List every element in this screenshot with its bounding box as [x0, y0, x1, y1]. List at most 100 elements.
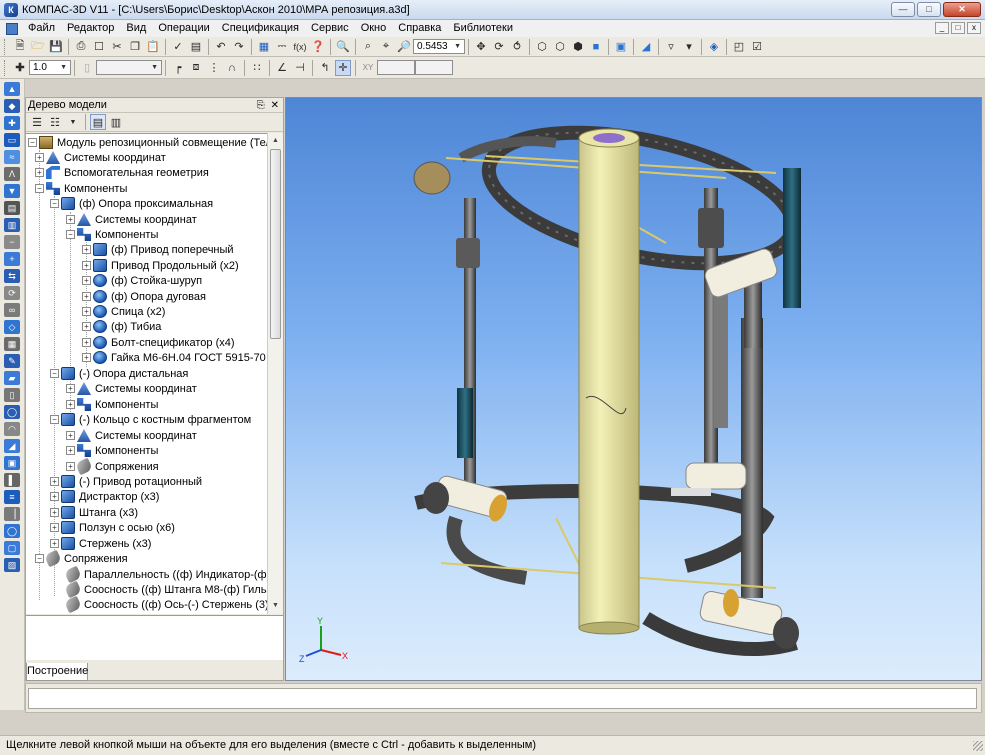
- chevron-down-icon[interactable]: ▼: [65, 114, 81, 130]
- wireframe-icon[interactable]: ⬡: [534, 39, 550, 55]
- expand-toggle[interactable]: +: [82, 338, 91, 347]
- close-button[interactable]: ✕: [943, 2, 981, 17]
- menu-service[interactable]: Сервис: [305, 20, 355, 37]
- layer-icon[interactable]: ▯: [79, 60, 95, 76]
- collapse-toggle[interactable]: −: [50, 199, 59, 208]
- tree-node[interactable]: + Болт-спецификатор (x4): [82, 335, 235, 350]
- perspective-icon[interactable]: ◢: [638, 39, 654, 55]
- tree-node[interactable]: + (ф) Привод поперечный: [82, 242, 234, 257]
- expand-toggle[interactable]: +: [82, 245, 91, 254]
- array-icon[interactable]: ▦: [4, 337, 20, 351]
- command-input[interactable]: [28, 688, 977, 709]
- 3d-viewport[interactable]: Y X Z: [285, 97, 982, 681]
- menu-libraries[interactable]: Библиотеки: [447, 20, 519, 37]
- menu-view[interactable]: Вид: [120, 20, 152, 37]
- tree-node[interactable]: + Дистрактор (x3): [50, 489, 159, 504]
- xy-icon[interactable]: XY: [360, 60, 376, 76]
- tree-root-node[interactable]: − Модуль репозиционный совмещение (Тел-0,…: [28, 135, 267, 150]
- tree-view-icon[interactable]: ☷: [47, 114, 63, 130]
- tree-node[interactable]: + (-) Привод ротационный: [50, 474, 202, 489]
- rotate-icon[interactable]: ⟳: [491, 39, 507, 55]
- mate-icon[interactable]: ∞: [4, 303, 20, 317]
- stock-icon[interactable]: ▨: [4, 558, 20, 572]
- expand-toggle[interactable]: +: [66, 446, 75, 455]
- expand-toggle[interactable]: +: [66, 400, 75, 409]
- expand-toggle[interactable]: +: [50, 523, 59, 532]
- step-field[interactable]: 1.0 ▼: [29, 60, 71, 75]
- expand-toggle[interactable]: +: [50, 539, 59, 548]
- filter-tree-icon[interactable]: ▼: [4, 184, 20, 198]
- report-icon[interactable]: ▥: [4, 218, 20, 232]
- spec-icon[interactable]: ▤: [4, 201, 20, 215]
- save-icon[interactable]: 💾: [48, 39, 64, 55]
- print-preview-icon[interactable]: ☐: [91, 39, 107, 55]
- collapse-toggle[interactable]: −: [35, 184, 44, 193]
- expand-toggle[interactable]: +: [82, 307, 91, 316]
- tree-node[interactable]: + Компоненты: [66, 397, 158, 412]
- zoom-window-icon[interactable]: ⌕: [360, 39, 376, 55]
- macro-icon[interactable]: ◆: [4, 99, 20, 113]
- check-icon[interactable]: ☑: [749, 39, 765, 55]
- tree-node[interactable]: Параллельность ((ф) Индикатор-(ф) Гильза: [63, 565, 267, 584]
- tree-node[interactable]: + Стержень (x3): [50, 536, 151, 551]
- component-move-icon[interactable]: ⇆: [4, 269, 20, 283]
- collapse-toggle[interactable]: −: [50, 415, 59, 424]
- properties-icon[interactable]: ✓: [170, 39, 186, 55]
- toolbar-grip[interactable]: [4, 59, 7, 76]
- expand-toggle[interactable]: +: [66, 384, 75, 393]
- shell-icon[interactable]: ▣: [4, 456, 20, 470]
- tree-node[interactable]: + Системы координат: [66, 428, 197, 443]
- sheet-icon[interactable]: ▢: [4, 541, 20, 555]
- zoom-out-icon[interactable]: ⌖: [378, 39, 394, 55]
- undo-icon[interactable]: ↶: [213, 39, 229, 55]
- menu-help[interactable]: Справка: [392, 20, 447, 37]
- expand-toggle[interactable]: +: [66, 431, 75, 440]
- menu-window[interactable]: Окно: [355, 20, 393, 37]
- plane-icon[interactable]: ▭: [4, 133, 20, 147]
- grid-dots-icon[interactable]: ∷: [249, 60, 265, 76]
- toolbar-grip[interactable]: [4, 38, 7, 55]
- rib-icon[interactable]: ▕: [4, 507, 20, 521]
- expand-toggle[interactable]: +: [82, 322, 91, 331]
- orient-icon[interactable]: ⥀: [509, 39, 525, 55]
- measure-icon[interactable]: ◰: [731, 39, 747, 55]
- menu-operations[interactable]: Операции: [152, 20, 215, 37]
- zoom-in-icon[interactable]: 🔍: [335, 39, 351, 55]
- redo-icon[interactable]: ↷: [231, 39, 247, 55]
- select-filter-icon[interactable]: ▾: [681, 39, 697, 55]
- tree-node[interactable]: + Вспомогательная геометрия: [35, 165, 209, 180]
- doc-close-button[interactable]: x: [967, 22, 981, 34]
- mirror-icon[interactable]: ▌: [4, 473, 20, 487]
- collapse-toggle[interactable]: −: [66, 230, 75, 239]
- menu-editor[interactable]: Редактор: [61, 20, 120, 37]
- pan-icon[interactable]: ✥: [473, 39, 489, 55]
- open-folder-icon[interactable]: 🗁: [30, 39, 46, 55]
- menu-specification[interactable]: Спецификация: [216, 20, 305, 37]
- component-rotate-icon[interactable]: ⟳: [4, 286, 20, 300]
- axis-icon[interactable]: ✚: [4, 116, 20, 130]
- zoom-scale-icon[interactable]: 🔎: [396, 39, 412, 55]
- paste-icon[interactable]: 📋: [145, 39, 161, 55]
- scroll-down-icon[interactable]: ▼: [269, 599, 282, 613]
- curve-icon[interactable]: ≈: [4, 150, 20, 164]
- pin-icon[interactable]: ⎘: [257, 98, 265, 112]
- thin-lines-icon[interactable]: ⬢: [570, 39, 586, 55]
- cursor-coords-icon[interactable]: ✛: [335, 59, 351, 76]
- tree-node[interactable]: − Компоненты: [66, 227, 158, 242]
- halftone-edges-icon[interactable]: ▣: [613, 39, 629, 55]
- surface-icon[interactable]: ◇: [4, 320, 20, 334]
- tree-node[interactable]: + Сопряжения: [66, 457, 159, 476]
- tree-node[interactable]: − Компоненты: [35, 181, 127, 196]
- tree-structure-icon[interactable]: ☰: [29, 114, 45, 130]
- library-icon[interactable]: ⎓: [274, 39, 290, 55]
- collapse-toggle[interactable]: −: [28, 138, 37, 147]
- tree-node[interactable]: + Системы координат: [66, 381, 197, 396]
- local-cs-icon[interactable]: ✚: [12, 60, 28, 76]
- orto-icon[interactable]: ⧈: [188, 60, 204, 76]
- edit-assembly-icon[interactable]: ▲: [4, 82, 20, 96]
- scroll-up-icon[interactable]: ▲: [269, 134, 282, 148]
- filter-icon[interactable]: ▿: [663, 39, 679, 55]
- expand-toggle[interactable]: +: [66, 215, 75, 224]
- print-icon[interactable]: ⎙: [73, 39, 89, 55]
- tab-construction[interactable]: Построение: [26, 663, 88, 681]
